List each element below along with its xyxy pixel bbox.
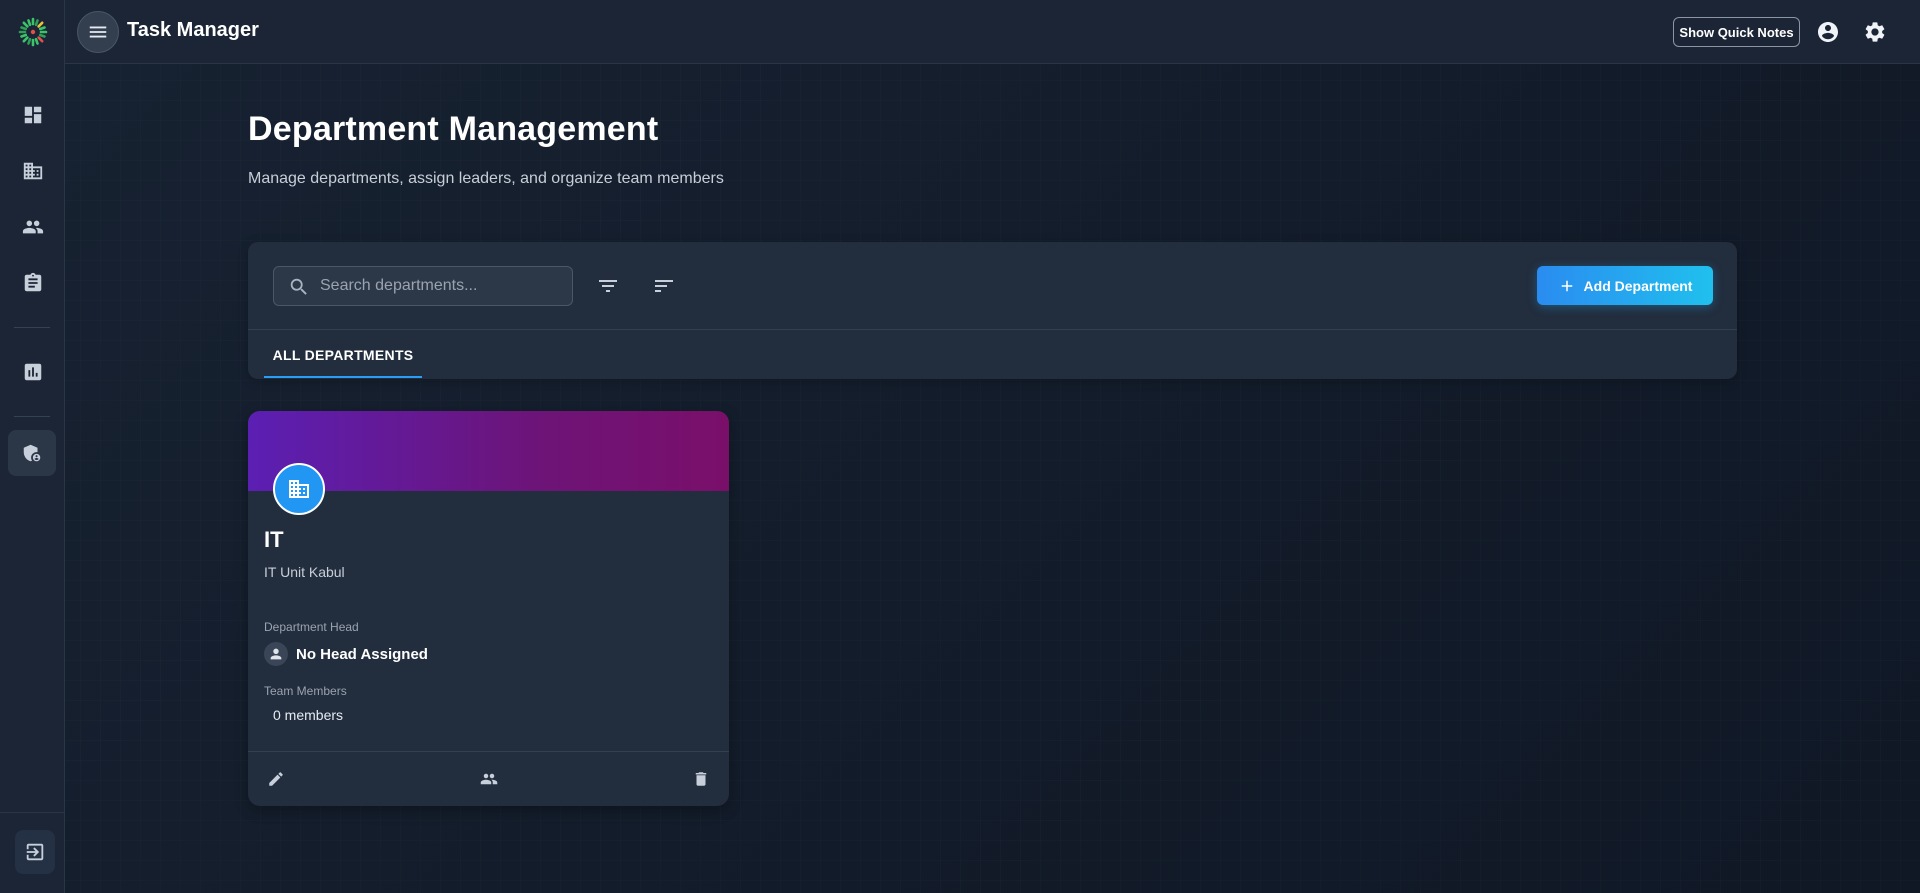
top-bar: Task Manager Show Quick Notes	[65, 0, 1920, 64]
account-button[interactable]	[1815, 19, 1841, 45]
sidebar	[0, 0, 65, 893]
filter-icon	[599, 280, 617, 292]
team-members-label: Team Members	[264, 684, 347, 698]
person-icon	[264, 642, 288, 666]
show-quick-notes-button[interactable]: Show Quick Notes	[1673, 17, 1800, 47]
filter-button[interactable]	[595, 273, 621, 299]
search-icon	[288, 276, 310, 298]
app-title: Task Manager	[127, 19, 259, 41]
pencil-icon	[269, 772, 283, 786]
building-icon	[23, 162, 43, 180]
department-card[interactable]: IT IT Unit Kabul Department Head No Head…	[248, 411, 729, 806]
page-subtitle: Manage departments, assign leaders, and …	[248, 170, 724, 187]
sidebar-item-admin-security[interactable]	[8, 430, 56, 476]
sidebar-item-tasks[interactable]	[16, 266, 50, 300]
sidebar-item-users[interactable]	[16, 210, 50, 244]
sidebar-item-departments[interactable]	[16, 154, 50, 188]
gear-icon	[1865, 22, 1885, 42]
account-circle-icon	[1818, 22, 1838, 42]
delete-department-button[interactable]	[689, 767, 713, 791]
department-head-label: Department Head	[264, 620, 359, 634]
sidebar-item-dashboard[interactable]	[16, 98, 50, 132]
dashboard-icon	[24, 106, 42, 124]
plus-icon	[1561, 280, 1572, 291]
department-head: No Head Assigned	[264, 642, 428, 666]
trash-icon	[695, 772, 707, 786]
add-department-button[interactable]: Add Department	[1537, 266, 1713, 305]
page-title: Department Management	[248, 110, 659, 148]
active-tab-indicator	[264, 376, 422, 378]
panel-divider	[248, 329, 1737, 330]
people-icon	[22, 220, 44, 234]
hamburger-menu-icon	[89, 26, 107, 38]
sidebar-footer-divider	[0, 812, 65, 813]
settings-button[interactable]	[1862, 19, 1888, 45]
app-logo[interactable]	[17, 16, 49, 48]
menu-toggle-button[interactable]	[77, 11, 119, 53]
people-icon	[480, 773, 498, 785]
department-name: IT	[264, 527, 284, 552]
logout-icon	[26, 843, 44, 861]
tab-all-departments[interactable]: ALL DEPARTMENTS	[264, 330, 422, 379]
edit-department-button[interactable]	[264, 767, 288, 791]
search-input[interactable]	[318, 267, 558, 305]
department-description: IT Unit Kabul	[264, 564, 345, 580]
search-box	[273, 266, 573, 306]
card-divider	[248, 751, 729, 752]
sidebar-divider	[14, 416, 50, 417]
sidebar-item-reports[interactable]	[16, 355, 50, 389]
clipboard-icon	[24, 272, 42, 292]
manage-members-button[interactable]	[477, 767, 501, 791]
team-members-count: 0 members	[273, 707, 344, 723]
toolbar-panel: Add Department ALL DEPARTMENTS	[248, 242, 1737, 379]
department-avatar	[273, 463, 325, 515]
bar-chart-icon	[24, 363, 42, 381]
shield-lock-icon	[23, 444, 41, 462]
sort-button[interactable]	[651, 273, 677, 299]
app-root: Task Manager Show Quick Notes Department…	[0, 0, 1920, 893]
logout-button[interactable]	[15, 830, 55, 874]
department-head-value: No Head Assigned	[296, 645, 428, 663]
sort-icon	[655, 280, 673, 292]
sidebar-divider	[14, 327, 50, 328]
building-icon	[289, 480, 309, 498]
add-department-label: Add Department	[1583, 277, 1693, 294]
